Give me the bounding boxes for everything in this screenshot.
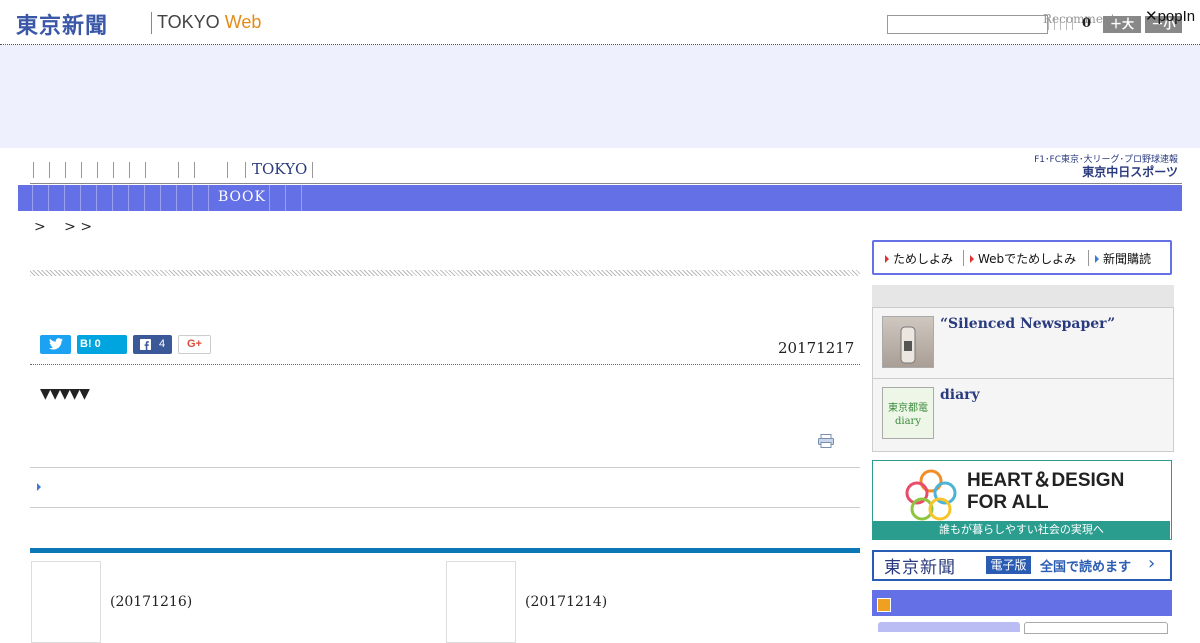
facebook-icon — [139, 338, 151, 350]
site-logo-en[interactable]: TOKYO Web — [157, 12, 261, 33]
nav-item[interactable] — [227, 162, 228, 178]
nav-item-book[interactable]: BOOK — [218, 189, 266, 205]
nav-item[interactable] — [128, 185, 129, 211]
twitter-share-button[interactable] — [40, 335, 71, 354]
feature-thumbnail-text: 東京都電 diary — [888, 403, 928, 427]
divider — [963, 250, 964, 266]
nav-secondary — [18, 185, 1182, 211]
popin-close-button[interactable]: ✕popIn — [1145, 7, 1195, 25]
web-trial-read-label: Webでためしよみ — [978, 252, 1077, 266]
breadcrumb[interactable]: > > > — [34, 216, 92, 236]
trial-read-label: ためしよみ — [893, 252, 954, 266]
related-article-thumbnail[interactable] — [446, 561, 516, 643]
ebook-text: 全国で読めます — [1040, 560, 1132, 575]
related-link-box — [30, 467, 860, 508]
nav-item[interactable] — [129, 162, 130, 178]
subscribe-label: 新聞購読 — [1103, 252, 1152, 266]
hatena-bookmark-button[interactable]: B! 0 — [77, 335, 127, 354]
sidebar-tab-active[interactable] — [878, 622, 1020, 632]
chunichi-logo: 東京中日スポーツ — [1082, 165, 1178, 179]
site-logo[interactable]: 東京新聞 — [16, 8, 108, 40]
nav-item[interactable] — [33, 162, 34, 178]
flower-logo-icon — [905, 469, 957, 521]
section-marker-icon — [877, 598, 891, 612]
nav-item[interactable] — [160, 185, 161, 211]
search-input[interactable] — [887, 15, 1048, 34]
nav-item[interactable] — [312, 162, 313, 178]
nav-item[interactable] — [96, 185, 97, 211]
twitter-icon — [48, 338, 63, 350]
feature-image — [900, 326, 916, 364]
article-body-marks: ▼▼▼▼▼ — [40, 386, 90, 402]
facebook-share-button[interactable]: 4 — [133, 335, 172, 354]
feature-title[interactable]: diary — [940, 387, 980, 403]
feature-title[interactable]: “Silenced Newspaper” — [940, 316, 1115, 332]
ebook-tag: 電子版 — [986, 556, 1031, 574]
heart-design-title: HEART＆DESIGN FOR ALL — [967, 470, 1124, 514]
related-article-date[interactable]: (20171214) — [525, 594, 607, 610]
divider — [1088, 250, 1089, 266]
nav-item-tokyo[interactable]: TOKYO — [252, 160, 307, 178]
facebook-count: 4 — [158, 338, 166, 350]
article-divider — [30, 364, 860, 366]
font-count: 0 — [1082, 16, 1092, 31]
logo-divider — [151, 12, 152, 34]
heart-design-tagline: 誰もが暮らしやすい社会の実現へ — [873, 521, 1170, 539]
nav-item[interactable] — [65, 162, 66, 178]
ebook-logo: 東京新聞 — [884, 558, 956, 578]
nav-item[interactable] — [64, 185, 65, 211]
chevron-right-icon: › — [1148, 553, 1156, 574]
divider — [873, 378, 1173, 379]
nav-item[interactable] — [269, 185, 270, 211]
article-date: 20171217 — [778, 339, 855, 357]
feature-thumbnail[interactable]: 東京都電 diary — [882, 387, 934, 439]
hatena-label: B! 0 — [80, 338, 101, 350]
logo-en-web: Web — [224, 12, 262, 32]
nav-divider — [30, 183, 1182, 184]
nav-item[interactable] — [178, 162, 179, 178]
nav-item[interactable] — [113, 162, 114, 178]
article-title-divider — [30, 270, 860, 276]
nav-item[interactable] — [144, 185, 145, 211]
ad-banner-area — [0, 45, 1200, 148]
nav-item[interactable] — [208, 185, 209, 211]
nav-item[interactable] — [194, 162, 195, 178]
triangle-icon — [1095, 255, 1099, 263]
subscription-links-bar: ためしよみ Webでためしよみ 新聞購読 — [872, 240, 1172, 275]
related-article-date[interactable]: (20171216) — [110, 594, 192, 610]
related-article-thumbnail[interactable] — [31, 561, 101, 643]
nav-item[interactable] — [145, 162, 146, 178]
nav-item[interactable] — [49, 162, 50, 178]
nav-item[interactable] — [285, 185, 286, 211]
feature-thumbnail[interactable] — [882, 316, 934, 368]
nav-item[interactable] — [176, 185, 177, 211]
nav-item[interactable] — [97, 162, 98, 178]
nav-item[interactable] — [80, 185, 81, 211]
sidebar-section-header — [872, 590, 1172, 616]
sidebar-tab[interactable] — [1024, 622, 1168, 634]
heart-title-line1: HEART＆DESIGN — [967, 470, 1125, 491]
web-trial-read-link[interactable]: Webでためしよみ — [970, 250, 1076, 267]
subscribe-link[interactable]: 新聞購読 — [1095, 250, 1151, 267]
print-icon[interactable] — [818, 434, 834, 448]
trial-read-link[interactable]: ためしよみ — [885, 250, 953, 267]
logo-en-prefix: TOKYO — [157, 12, 225, 32]
chunichi-sports-banner[interactable]: F1･FC東京･大リーグ･プロ野球速報 東京中日スポーツ — [1026, 154, 1178, 180]
related-articles-header — [30, 548, 860, 553]
heart-title-line2: FOR ALL — [967, 492, 1049, 513]
link-arrow-icon[interactable] — [37, 483, 41, 491]
font-larger-button[interactable]: ＋大 — [1103, 16, 1141, 33]
sidebar-feature-header — [872, 285, 1174, 308]
google-plus-share-button[interactable]: G+ — [178, 335, 211, 354]
triangle-icon — [970, 255, 974, 263]
nav-item[interactable] — [301, 185, 302, 211]
nav-item[interactable] — [192, 185, 193, 211]
nav-item[interactable] — [245, 162, 246, 178]
nav-item[interactable] — [81, 162, 82, 178]
triangle-icon — [885, 255, 889, 263]
nav-item[interactable] — [32, 185, 33, 211]
nav-item[interactable] — [48, 185, 49, 211]
nav-item[interactable] — [112, 185, 113, 211]
